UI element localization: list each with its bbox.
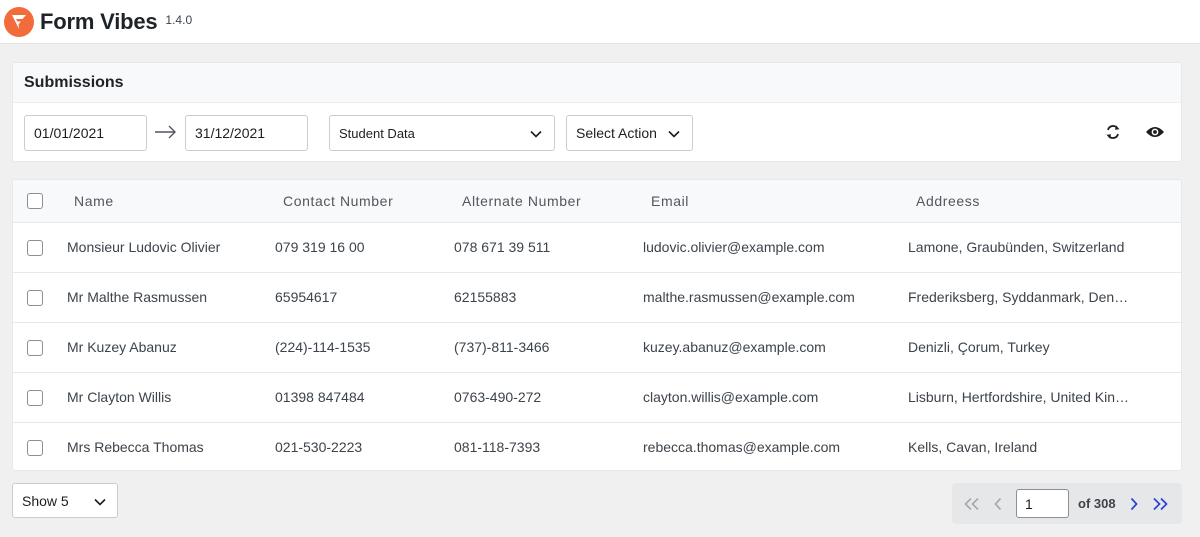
current-page-input[interactable] <box>1016 489 1069 518</box>
column-header-alternate-number[interactable]: Alternate Number <box>450 180 639 222</box>
row-checkbox[interactable] <box>27 239 43 256</box>
panel-header: Submissions <box>13 63 1181 103</box>
cell-alternate-number: (737)-811-3466 <box>454 339 550 355</box>
chevron-down-icon <box>94 493 106 509</box>
previous-page-icon[interactable] <box>990 495 1006 513</box>
form-select-value: Student Data <box>339 125 415 141</box>
row-checkbox[interactable] <box>27 439 43 456</box>
cell-email: rebecca.thomas@example.com <box>643 439 841 456</box>
form-select[interactable]: Student Data <box>329 115 555 151</box>
table-header-row: Name Contact Number Alternate Number Ema… <box>13 180 1181 222</box>
cell-email: kuzey.abanuz@example.com <box>643 339 826 355</box>
panel-title: Submissions <box>24 73 124 91</box>
cell-contact-number: 079 319 16 00 <box>275 239 365 255</box>
table-row[interactable]: Mr Clayton Willis 01398 847484 0763-490-… <box>13 372 1181 422</box>
first-page-icon[interactable] <box>962 495 982 513</box>
column-header-email[interactable]: Email <box>639 180 904 222</box>
column-header-name[interactable]: Name <box>59 180 271 222</box>
submissions-panel: Submissions 01/01/2021 31/12/2021 Studen… <box>12 62 1182 162</box>
pagination: of 308 <box>952 483 1182 524</box>
filter-controls: 01/01/2021 31/12/2021 Student Data Selec… <box>13 103 1181 162</box>
row-checkbox[interactable] <box>27 339 43 356</box>
table-row[interactable]: Mrs Rebecca Thomas 021-530-2223 081-118-… <box>13 422 1181 470</box>
app-title: Form Vibes <box>40 8 158 34</box>
row-checkbox[interactable] <box>27 289 43 306</box>
column-header-address[interactable]: Addreess <box>904 180 1181 222</box>
cell-contact-number: (224)-114-1535 <box>275 339 371 355</box>
cell-alternate-number: 62155883 <box>454 289 517 305</box>
form-vibes-logo-icon <box>4 6 34 37</box>
app-version: 1.4.0 <box>165 12 193 27</box>
total-pages-label: of 308 <box>1078 496 1116 511</box>
cell-email: ludovic.olivier@example.com <box>643 239 825 255</box>
cell-name: Monsieur Ludovic Olivier <box>67 239 221 255</box>
cell-alternate-number: 078 671 39 511 <box>454 239 551 255</box>
row-select-cell <box>13 222 59 272</box>
cell-email: clayton.willis@example.com <box>643 389 819 405</box>
refresh-icon[interactable] <box>1103 122 1123 142</box>
column-header-contact-number[interactable]: Contact Number <box>271 180 450 222</box>
next-page-icon[interactable] <box>1126 495 1142 513</box>
row-select-cell <box>13 372 59 422</box>
page-size-value: Show 5 <box>22 492 69 509</box>
cell-address: Kells, Cavan, Ireland <box>908 439 1038 456</box>
row-select-cell <box>13 272 59 322</box>
last-page-icon[interactable] <box>1150 495 1170 513</box>
cell-address: Frederiksberg, Syddanmark, Denmark <box>908 289 1146 305</box>
select-all-cell <box>13 180 59 222</box>
cell-contact-number: 65954617 <box>275 289 338 305</box>
cell-contact-number: 021-530-2223 <box>275 439 363 456</box>
page-size-select[interactable]: Show 5 <box>12 483 118 518</box>
table-row[interactable]: Monsieur Ludovic Olivier 079 319 16 00 0… <box>13 222 1181 272</box>
cell-name: Mr Malthe Rasmussen <box>67 289 208 305</box>
cell-address: Lisburn, Hertfordshire, United Kingdom <box>908 389 1151 405</box>
cell-contact-number: 01398 847484 <box>275 389 365 405</box>
select-all-checkbox[interactable] <box>27 193 43 210</box>
date-from-input[interactable]: 01/01/2021 <box>24 115 147 151</box>
cell-address: Denizli, Çorum, Turkey <box>908 339 1050 355</box>
cell-name: Mr Clayton Willis <box>67 389 172 405</box>
eye-icon[interactable] <box>1145 122 1165 142</box>
cell-alternate-number: 081-118-7393 <box>454 439 541 456</box>
top-bar: Form Vibes 1.4.0 <box>0 0 1200 44</box>
arrow-right-icon <box>154 122 178 142</box>
submissions-table: Name Contact Number Alternate Number Ema… <box>12 179 1182 471</box>
table-row[interactable]: Mr Malthe Rasmussen 65954617 62155883 ma… <box>13 272 1181 322</box>
table-row[interactable]: Mr Kuzey Abanuz (224)-114-1535 (737)-811… <box>13 322 1181 372</box>
row-checkbox[interactable] <box>27 389 43 406</box>
cell-email: malthe.rasmussen@example.com <box>643 289 855 305</box>
cell-name: Mr Kuzey Abanuz <box>67 339 177 355</box>
action-select-value: Select Action <box>576 125 657 141</box>
row-select-cell <box>13 422 59 470</box>
action-select[interactable]: Select Action <box>566 115 693 151</box>
row-select-cell <box>13 322 59 372</box>
chevron-down-icon <box>668 125 680 141</box>
cell-name: Mrs Rebecca Thomas <box>67 439 204 456</box>
cell-address: Lamone, Graubünden, Switzerland <box>908 239 1125 255</box>
date-to-input[interactable]: 31/12/2021 <box>185 115 308 151</box>
chevron-down-icon <box>530 126 542 141</box>
cell-alternate-number: 0763-490-272 <box>454 389 542 405</box>
